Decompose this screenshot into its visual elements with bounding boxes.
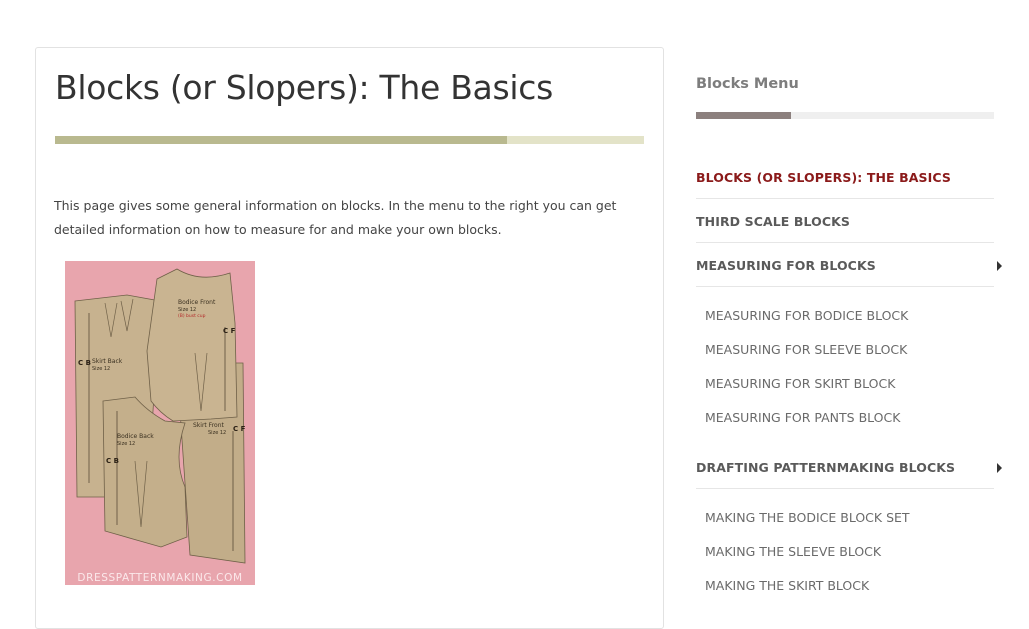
menu-title: Blocks Menu [696, 76, 799, 92]
menu-title-underline [696, 112, 994, 119]
cb-label-upper: C B [78, 359, 91, 367]
menu-item-label: DRAFTING PATTERNMAKING BLOCKS [696, 460, 956, 475]
skirt-front-label: Skirt Front [193, 422, 225, 429]
cf-label-lower: C F [233, 425, 246, 433]
blocks-menu-sidebar: Blocks Menu BLOCKS (OR SLOPERS): THE BAS… [696, 76, 1002, 593]
bodice-back-size: Size 12 [117, 441, 135, 447]
submenu-item-making-sleeve[interactable]: MAKING THE SLEEVE BLOCK [705, 544, 881, 559]
submenu-item-measuring-skirt[interactable]: MEASURING FOR SKIRT BLOCK [705, 376, 895, 391]
title-underline-bar [55, 136, 644, 144]
caret-right-icon[interactable] [997, 261, 1002, 271]
pattern-pieces-drawing: Bodice Front Size 12 (B) bust cup Skirt … [74, 268, 246, 564]
watermark: DRESSPATTERNMAKING.COM [77, 572, 243, 584]
skirt-back-size: Size 12 [92, 366, 110, 372]
divider [696, 286, 994, 287]
article-panel: Blocks (or Slopers): The Basics This pag… [35, 47, 664, 629]
bodice-back-label: Bodice Back [117, 433, 154, 440]
submenu-item-measuring-sleeve[interactable]: MEASURING FOR SLEEVE BLOCK [705, 342, 907, 357]
skirt-front-size: Size 12 [208, 430, 226, 436]
submenu-item-measuring-pants[interactable]: MEASURING FOR PANTS BLOCK [705, 410, 900, 425]
page-title: Blocks (or Slopers): The Basics [55, 68, 553, 107]
bodice-front-piece [146, 268, 238, 422]
skirt-back-label: Skirt Back [92, 358, 123, 365]
menu-item-measuring-for-blocks[interactable]: MEASURING FOR BLOCKS [696, 258, 1002, 273]
cf-label-upper: C F [223, 327, 236, 335]
divider [696, 488, 994, 489]
intro-paragraph: This page gives some general information… [54, 198, 617, 237]
submenu-item-measuring-bodice[interactable]: MEASURING FOR BODICE BLOCK [705, 308, 908, 323]
cb-label-lower: C B [106, 457, 119, 465]
caret-right-icon[interactable] [997, 463, 1002, 473]
bodice-front-size: Size 12 [178, 307, 196, 313]
blocks-pattern-image: Bodice Front Size 12 (B) bust cup Skirt … [65, 261, 255, 585]
bodice-front-note: (B) bust cup [178, 313, 206, 319]
menu-item-blocks-basics[interactable]: BLOCKS (OR SLOPERS): THE BASICS [696, 170, 994, 185]
bodice-front-label: Bodice Front [178, 299, 216, 306]
menu-item-third-scale-blocks[interactable]: THIRD SCALE BLOCKS [696, 214, 994, 229]
divider [696, 198, 994, 199]
menu-item-drafting-blocks[interactable]: DRAFTING PATTERNMAKING BLOCKS [696, 460, 1002, 475]
submenu-item-making-skirt[interactable]: MAKING THE SKIRT BLOCK [705, 578, 869, 593]
menu-item-label: MEASURING FOR BLOCKS [696, 258, 876, 273]
submenu-item-making-bodice[interactable]: MAKING THE BODICE BLOCK SET [705, 510, 910, 525]
divider [696, 242, 994, 243]
